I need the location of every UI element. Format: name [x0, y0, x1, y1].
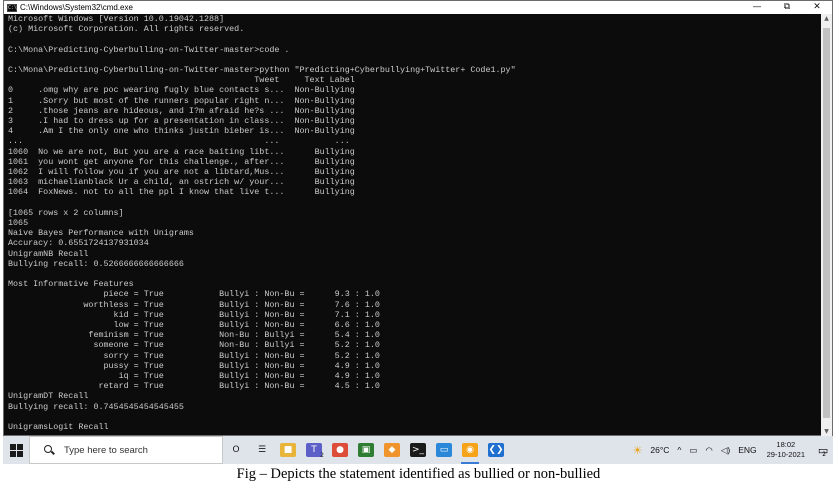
taskbar-app-button[interactable]: ▭: [431, 436, 457, 464]
taskbar-app-button[interactable]: ▣: [353, 436, 379, 464]
console-line: (c) Microsoft Corporation. All rights re…: [8, 24, 245, 35]
scrollbar-thumb[interactable]: [823, 28, 830, 418]
taskbar-app-button[interactable]: >_: [405, 436, 431, 464]
monitor-icon: ▭: [436, 443, 452, 457]
search-placeholder: Type here to search: [64, 444, 148, 456]
network-icon[interactable]: ▭: [689, 445, 697, 456]
taskbar: Type here to search O ☰ ■ T 2 ● ▣ ◆ >_ ▭ ◉ ❮❯ ☀ 26°…: [3, 436, 833, 464]
title-bar[interactable]: C:\ C:\Windows\System32\cmd.exe — ⧉ ✕: [4, 1, 832, 14]
taskbar-app-button[interactable]: T2: [301, 436, 327, 464]
clock[interactable]: 18:02 29-10-2021: [767, 440, 805, 460]
console-line: ... ... ...: [8, 136, 350, 147]
console-line: C:\Mona\Predicting-Cyberbulling-on-Twitt…: [8, 44, 290, 55]
console-line: 0 .omg why are poc wearing fugly blue co…: [8, 85, 355, 96]
console-line: UnigramsLogit Recall: [8, 422, 109, 432]
file-explorer-icon: ■: [280, 443, 296, 457]
console-line: 1060 No we are not, But you are a race b…: [8, 146, 355, 157]
taskbar-app-button[interactable]: ❮❯: [483, 436, 509, 464]
console-line: someone = True Non-Bu : Bullyi = 5.2 : 1…: [8, 340, 380, 351]
volume-icon[interactable]: ◁): [721, 445, 730, 456]
windows-logo-icon: [9, 443, 23, 457]
console-line: 1062 I will follow you if you are not a …: [8, 167, 355, 177]
weather-icon[interactable]: ☀: [633, 444, 643, 457]
photos-icon: ▣: [358, 443, 374, 457]
wifi-icon[interactable]: ◠: [705, 445, 712, 456]
console-line: 1 .Sorry but most of the runners popular…: [8, 95, 355, 106]
taskbar-app-button[interactable]: ☰: [249, 436, 275, 464]
console-line: sorry = True Bullyi : Non-Bu = 5.2 : 1.0: [8, 350, 380, 361]
minimize-button[interactable]: —: [742, 1, 772, 14]
console-line: 3 .I had to dress up for a presentation …: [8, 116, 355, 126]
console-line: low = True Bullyi : Non-Bu = 6.6 : 1.0: [8, 320, 380, 330]
notification-badge: 2: [822, 450, 827, 458]
console-line: C:\Mona\Predicting-Cyberbulling-on-Twitt…: [8, 65, 516, 75]
clock-time: 18:02: [776, 440, 796, 449]
restore-button[interactable]: ⧉: [772, 1, 802, 14]
console-line: Bullying recall: 0.5266666666666666: [8, 258, 184, 269]
console-line: UnigramDT Recall: [8, 391, 89, 402]
cmd-app-icon: C:\: [7, 3, 18, 12]
cortana-icon: O: [232, 445, 240, 455]
cmd-window: C:\ C:\Windows\System32\cmd.exe — ⧉ ✕ Mi…: [3, 0, 833, 437]
taskbar-app-button[interactable]: ■: [275, 436, 301, 464]
chrome-icon: ●: [332, 443, 348, 457]
console-line: Naive Bayes Performance with Unigrams: [8, 228, 194, 239]
console-line: kid = True Bullyi : Non-Bu = 7.1 : 1.0: [8, 309, 380, 320]
console-line: worthless = True Bullyi : Non-Bu = 7.6 :…: [8, 299, 380, 310]
task-view-icon: ☰: [257, 445, 267, 455]
chevron-up-icon[interactable]: ^: [677, 445, 681, 455]
console-line: Bullying recall: 0.7454545454545455: [8, 401, 184, 412]
console-line: [1065 rows x 2 columns]: [8, 207, 124, 218]
console-line: 2 .those jeans are hideous, and I?m afra…: [8, 105, 355, 116]
window-controls: — ⧉ ✕: [742, 1, 832, 14]
console-line: Microsoft Windows [Version 10.0.19042.12…: [8, 14, 225, 24]
console-line: 1064 FoxNews. not to all the ppl I know …: [8, 187, 355, 198]
console-line: piece = True Bullyi : Non-Bu = 9.3 : 1.0: [8, 289, 380, 300]
console-line: Tweet Text Label: [8, 75, 355, 86]
taskbar-search-box[interactable]: Type here to search: [29, 436, 223, 464]
app-badge: 2: [320, 452, 324, 459]
console-line: Accuracy: 0.6551724137931034: [8, 238, 149, 249]
console-line: 4 .Am I the only one who thinks justin b…: [8, 126, 355, 137]
taskbar-app-button[interactable]: ◉: [457, 436, 483, 464]
taskbar-apps: O ☰ ■ T 2 ● ▣ ◆ >_ ▭ ◉ ❮❯: [223, 436, 509, 464]
start-button[interactable]: [3, 436, 29, 464]
clock-date: 29-10-2021: [766, 450, 805, 459]
weather-temperature[interactable]: 26°C: [650, 445, 669, 455]
taskbar-app-button[interactable]: O: [223, 436, 249, 464]
taskbar-app-button[interactable]: ◆: [379, 436, 405, 464]
scroll-up-arrow-icon[interactable]: ▲: [821, 14, 832, 24]
console-line: retard = True Bullyi : Non-Bu = 4.5 : 1.…: [8, 381, 380, 392]
console-line: 1065: [8, 218, 29, 228]
console-line: feminism = True Non-Bu : Bullyi = 5.4 : …: [8, 330, 380, 341]
app-icon: ◆: [384, 443, 400, 457]
console-line: iq = True Bullyi : Non-Bu = 4.9 : 1.0: [8, 371, 380, 381]
language-indicator[interactable]: ENG: [738, 445, 756, 455]
figure-caption: Fig – Depicts the statement identified a…: [236, 466, 601, 482]
terminal-icon: >_: [410, 443, 426, 457]
vertical-scrollbar[interactable]: ▲ ▼: [821, 14, 832, 437]
settings-app-icon: ◉: [462, 443, 478, 457]
window-title: C:\Windows\System32\cmd.exe: [20, 3, 133, 12]
console-line: UnigramNB Recall: [8, 248, 89, 259]
vscode-icon: ❮❯: [488, 443, 504, 457]
console-line: Most Informative Features: [8, 279, 134, 290]
console-line: 1063 michaelianblack Ur a child, an ostr…: [8, 177, 355, 188]
close-button[interactable]: ✕: [802, 1, 832, 14]
taskbar-app-button[interactable]: ●: [327, 436, 353, 464]
notification-center-button[interactable]: ▭ 2: [811, 436, 833, 464]
search-icon: [44, 445, 54, 455]
console-line: 1061 you wont get anyone for this challe…: [8, 156, 355, 167]
system-tray: ☀ 26°C ^ ▭ ◠ ◁) ENG 18:02 29-10-2021 ▭ 2: [629, 436, 834, 464]
console-output[interactable]: Microsoft Windows [Version 10.0.19042.12…: [4, 14, 822, 437]
console-line: pussy = True Bullyi : Non-Bu = 4.9 : 1.0: [8, 360, 380, 371]
